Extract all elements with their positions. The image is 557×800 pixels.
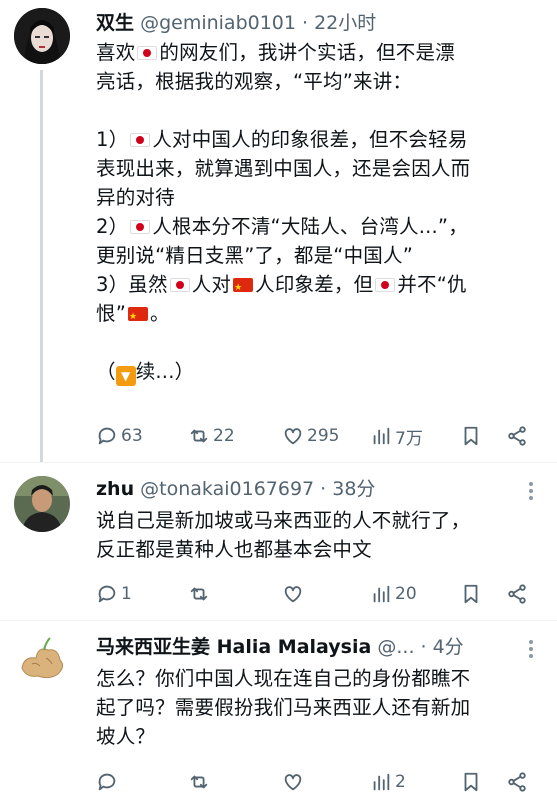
- japan-flag-icon: [375, 278, 396, 292]
- china-flag-icon: [233, 274, 254, 303]
- tweet-header: 马来西亚生姜 Halia Malaysia @... · 4分: [96, 632, 543, 662]
- views-icon: [373, 585, 390, 603]
- share-icon: [508, 584, 526, 604]
- tweet-3[interactable]: 马来西亚生姜 Halia Malaysia @... · 4分 怎么？你们中国人…: [0, 628, 557, 800]
- reply-icon: [98, 427, 116, 445]
- views-icon: [373, 773, 390, 791]
- views-icon: [373, 427, 390, 445]
- japan-flag-icon: [137, 46, 158, 60]
- like-button[interactable]: 295: [282, 422, 339, 450]
- heart-icon: [284, 774, 302, 791]
- tweet-header: 双生 @geminiab0101 · 22小时: [96, 8, 543, 38]
- handle-and-time[interactable]: @tonakai0167697 · 38分: [140, 478, 375, 500]
- share-icon: [508, 772, 526, 792]
- bookmark-icon: [464, 426, 478, 446]
- bookmark-button[interactable]: [460, 580, 482, 608]
- thread-line: [40, 70, 43, 462]
- bookmark-button[interactable]: [460, 768, 482, 796]
- japan-flag-icon: [130, 220, 151, 234]
- views-count: 20: [395, 584, 417, 604]
- share-icon: [508, 426, 526, 446]
- like-count: 295: [307, 426, 340, 446]
- avatar[interactable]: [14, 476, 70, 532]
- share-button[interactable]: [506, 422, 528, 450]
- tweet-text: 怎么？你们中国人现在连自己的身份都瞧不 起了吗？需要假扮我们马来西亚人还有新加 …: [96, 667, 471, 748]
- tweet-actions: 1 20: [96, 580, 537, 608]
- views-count: 2: [395, 772, 406, 792]
- bookmark-icon: [464, 772, 478, 792]
- reply-button[interactable]: 1: [96, 580, 132, 608]
- bookmark-button[interactable]: [460, 422, 482, 450]
- tweet-text: 喜欢 的网友们，我讲个实话，但不是漂 亮话，根据我的观察，“平均”来讲： 1） 人对…: [96, 38, 537, 386]
- views-button[interactable]: 20: [370, 580, 417, 608]
- avatar[interactable]: [14, 634, 70, 690]
- retweet-icon: [190, 429, 208, 443]
- like-button[interactable]: [282, 768, 307, 796]
- display-name[interactable]: zhu: [96, 478, 134, 500]
- tweet-text: 说自己是新加坡或马来西亚的人不就行了， 反正都是黄种人也都基本会中文: [96, 509, 471, 561]
- reply-button[interactable]: [96, 768, 121, 796]
- tweet-1[interactable]: 双生 @geminiab0101 · 22小时 喜欢 的网友们，我讲个实话，但不是…: [0, 0, 557, 462]
- heart-icon: [284, 586, 302, 603]
- display-name[interactable]: 双生: [96, 12, 134, 34]
- retweet-icon: [190, 775, 208, 789]
- avatar[interactable]: [14, 8, 70, 64]
- more-options-icon[interactable]: [527, 640, 535, 661]
- avatar-image: [14, 476, 70, 532]
- ginger-avatar-image: [14, 634, 70, 690]
- share-button[interactable]: [506, 768, 528, 796]
- reply-count: 63: [121, 426, 143, 446]
- more-options-icon[interactable]: [527, 482, 535, 503]
- japan-flag-icon: [130, 133, 151, 147]
- views-count: 7万: [395, 428, 423, 449]
- reply-button[interactable]: 63: [96, 422, 143, 450]
- tweet-header: zhu @tonakai0167697 · 38分: [96, 474, 543, 504]
- down-arrow-icon: ▼: [115, 366, 136, 386]
- handle-and-time[interactable]: @geminiab0101 · 22小时: [140, 12, 376, 34]
- retweet-icon: [190, 587, 208, 601]
- display-name[interactable]: 马来西亚生姜 Halia Malaysia: [96, 636, 371, 658]
- reply-icon: [98, 773, 116, 791]
- avatar-image: [14, 8, 70, 64]
- heart-icon: [284, 428, 302, 445]
- divider: [0, 462, 557, 463]
- china-flag-icon: [128, 303, 149, 332]
- tweet-2[interactable]: zhu @tonakai0167697 · 38分 说自己是新加坡或马来西亚的人…: [0, 470, 557, 620]
- reply-icon: [98, 585, 116, 603]
- like-button[interactable]: [282, 580, 307, 608]
- tweet-actions: 63 22 295 7万: [96, 422, 537, 450]
- views-button[interactable]: 7万: [370, 422, 423, 450]
- reply-count: 1: [121, 584, 132, 604]
- handle-and-time[interactable]: @... · 4分: [377, 636, 463, 658]
- tweet-actions: 2: [96, 768, 537, 796]
- retweet-button[interactable]: [188, 768, 213, 796]
- retweet-count: 22: [213, 426, 235, 446]
- retweet-button[interactable]: 22: [188, 422, 235, 450]
- japan-flag-icon: [169, 278, 190, 292]
- bookmark-icon: [464, 584, 478, 604]
- share-button[interactable]: [506, 580, 528, 608]
- retweet-button[interactable]: [188, 580, 213, 608]
- divider: [0, 620, 557, 621]
- views-button[interactable]: 2: [370, 768, 406, 796]
